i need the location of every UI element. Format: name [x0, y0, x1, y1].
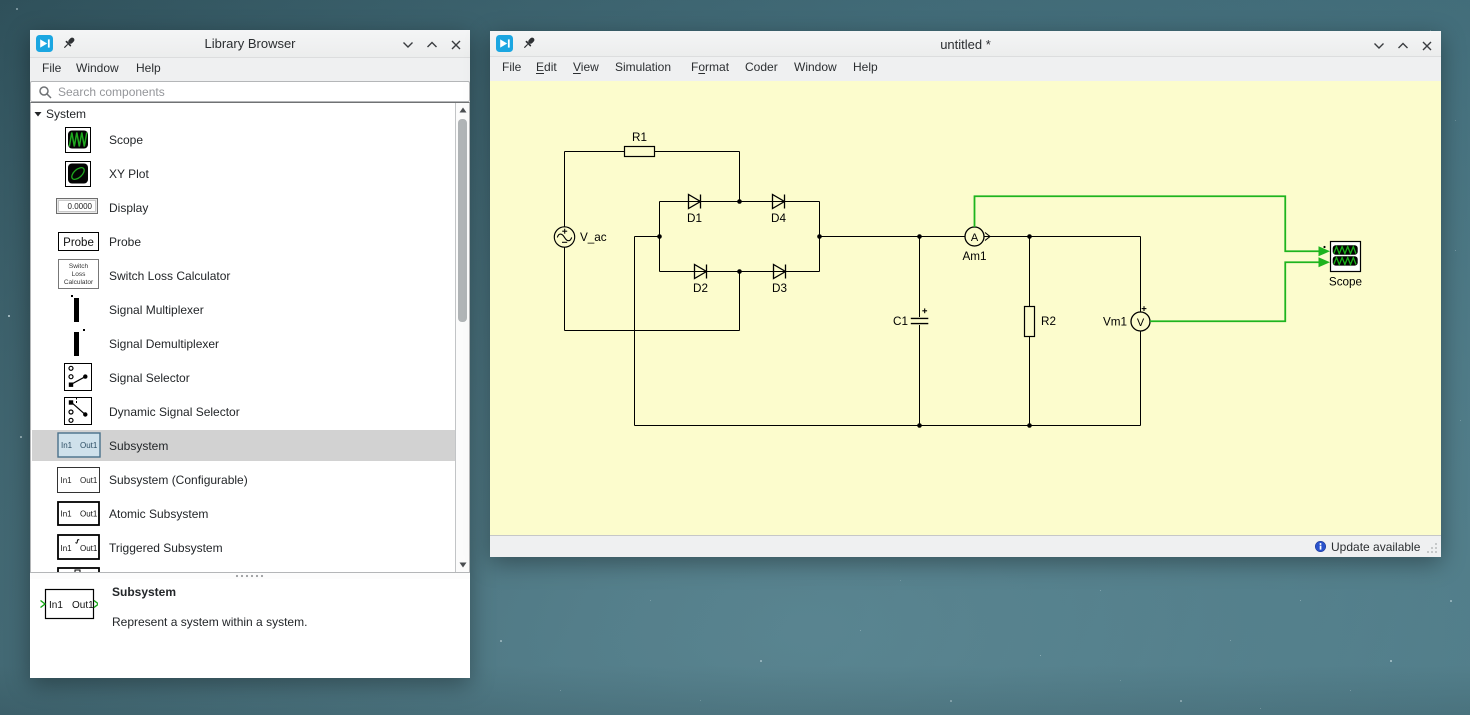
svg-text:Switch: Switch — [69, 263, 89, 270]
svg-text:D4: D4 — [771, 212, 786, 225]
svg-text:R1: R1 — [632, 131, 647, 144]
svg-text:Loss: Loss — [72, 271, 86, 278]
svg-text:V_ac: V_ac — [580, 231, 607, 244]
svg-text:Scope: Scope — [1329, 276, 1362, 289]
svg-text:In1: In1 — [61, 510, 73, 519]
svg-text:Probe: Probe — [63, 237, 94, 249]
svg-text:Out1: Out1 — [80, 544, 98, 553]
svg-text:V: V — [1137, 317, 1145, 329]
svg-text:C1: C1 — [893, 315, 908, 328]
svg-text:Am1: Am1 — [962, 250, 986, 263]
svg-text:Out1: Out1 — [80, 441, 98, 450]
svg-text:0.0000: 0.0000 — [68, 202, 93, 211]
svg-text:D3: D3 — [772, 282, 787, 295]
svg-text:Calculator: Calculator — [64, 279, 94, 286]
svg-text:In1: In1 — [49, 600, 63, 611]
svg-text:In1: In1 — [61, 441, 73, 450]
svg-text:A: A — [971, 232, 979, 244]
svg-text:D2: D2 — [693, 282, 708, 295]
svg-text:D1: D1 — [687, 212, 702, 225]
svg-text:Out1: Out1 — [80, 476, 98, 485]
svg-text:In1: In1 — [61, 476, 73, 485]
svg-text:Out1: Out1 — [80, 510, 98, 519]
svg-text:Vm1: Vm1 — [1103, 316, 1127, 329]
svg-text:In1: In1 — [61, 544, 73, 553]
svg-text:R2: R2 — [1041, 315, 1056, 328]
svg-text:Out1: Out1 — [72, 600, 94, 611]
